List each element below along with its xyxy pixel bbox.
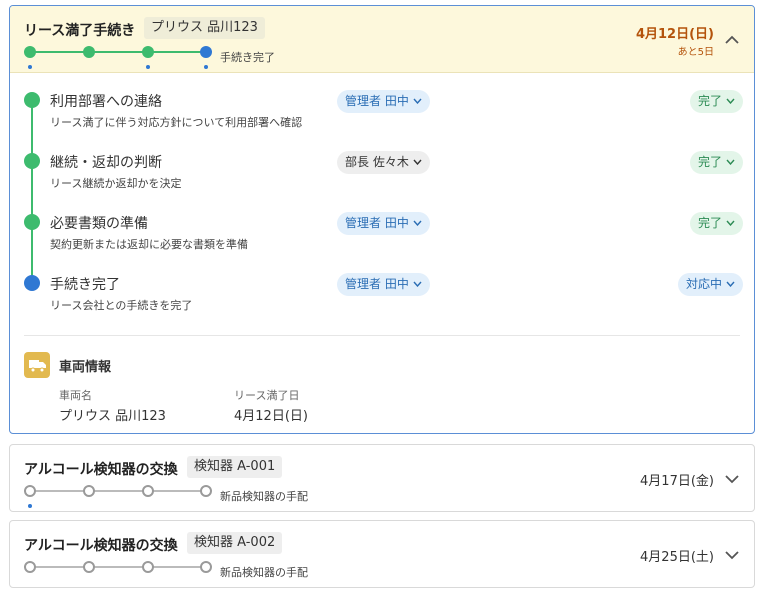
stepper-dot-todo	[200, 485, 212, 497]
assignee-dropdown[interactable]: 管理者 田中	[337, 273, 430, 296]
due-date: 4月17日(金)	[640, 474, 714, 489]
step-done-icon	[24, 153, 40, 169]
task-title: アルコール検知器の交換	[24, 538, 178, 554]
stepper-marker	[28, 504, 32, 508]
stepper-line	[148, 51, 206, 53]
step-row: 必要書類の準備 契約更新または返却に必要な書類を準備 管理者 田中 完了	[10, 212, 754, 262]
stepper-dot-todo	[142, 485, 154, 497]
step-description: リース継続か返却かを決定	[50, 177, 182, 190]
assignee-label: 管理者 田中	[345, 216, 409, 230]
stepper-dot-done	[24, 46, 36, 58]
status-label: 完了	[697, 216, 722, 230]
caret-down-icon	[726, 220, 735, 226]
status-dropdown[interactable]: 完了	[689, 212, 743, 235]
current-step-label: 新品検知器の手配	[220, 566, 308, 579]
status-dropdown[interactable]: 完了	[689, 90, 743, 113]
current-step-label: 新品検知器の手配	[220, 490, 308, 503]
step-description: リース会社との手続きを完了	[50, 299, 193, 312]
caret-down-icon	[413, 159, 422, 165]
progress-stepper	[24, 44, 224, 69]
due-date: 4月12日(日)	[635, 27, 714, 42]
step-description: リース満了に伴う対応方針について利用部署へ確認	[50, 116, 303, 129]
step-description: 契約更新または返却に必要な書類を準備	[50, 238, 248, 251]
stepper-marker	[146, 65, 150, 69]
task-title: アルコール検知器の交換	[24, 462, 178, 478]
step-row: 利用部署への連絡 リース満了に伴う対応方針について利用部署へ確認 管理者 田中 …	[10, 90, 754, 140]
caret-down-icon	[413, 98, 422, 104]
chevron-down-icon[interactable]	[724, 471, 740, 487]
assignee-label: 部長 佐々木	[345, 155, 409, 169]
status-dropdown[interactable]: 完了	[689, 151, 743, 174]
task-card-alcohol-a002[interactable]: アルコール検知器の交換 検知器 A-002 新品検知器の手配 4月25日(土)	[9, 520, 755, 588]
lease-expiry-value: 4月12日(日)	[234, 409, 308, 424]
vehicle-name-label: 車両名	[59, 389, 92, 402]
step-name: 手続き完了	[50, 277, 120, 293]
caret-down-icon	[726, 98, 735, 104]
vehicle-section-title: 車両情報	[59, 360, 112, 375]
task-tag: 検知器 A-001	[187, 456, 283, 478]
stepper-dot-todo	[83, 485, 95, 497]
stepper-marker	[204, 65, 208, 69]
step-done-icon	[24, 92, 40, 108]
task-title: リース満了手続き	[24, 23, 136, 39]
stepper-dot-todo	[83, 561, 95, 573]
assignee-label: 管理者 田中	[345, 94, 409, 108]
task-tag: プリウス 品川123	[144, 17, 265, 39]
caret-down-icon	[413, 281, 422, 287]
current-step-label: 手続き完了	[220, 51, 275, 64]
status-label: 対応中	[685, 277, 722, 291]
step-name: 必要書類の準備	[50, 216, 148, 232]
assignee-dropdown[interactable]: 管理者 田中	[337, 212, 430, 235]
task-tag: 検知器 A-002	[187, 532, 283, 554]
stepper-dot-todo	[24, 485, 36, 497]
status-label: 完了	[697, 155, 722, 169]
chevron-down-icon[interactable]	[724, 547, 740, 563]
task-card-header[interactable]: アルコール検知器の交換 検知器 A-002 新品検知器の手配 4月25日(土)	[10, 521, 754, 587]
stepper-dot-done	[83, 46, 95, 58]
stepper-line	[30, 51, 89, 53]
task-card-lease: リース満了手続き プリウス 品川123 手続き完了 4月12日(日) あと5日 …	[9, 5, 755, 434]
stepper-dot-todo	[200, 561, 212, 573]
task-card-alcohol-a001[interactable]: アルコール検知器の交換 検知器 A-001 新品検知器の手配 4月17日(金)	[9, 444, 755, 512]
stepper-line	[30, 490, 206, 492]
step-row: 継続・返却の判断 リース継続か返却かを決定 部長 佐々木 完了	[10, 151, 754, 201]
status-dropdown[interactable]: 対応中	[677, 273, 743, 296]
stepper-dot-todo	[24, 561, 36, 573]
progress-stepper	[24, 559, 224, 579]
step-name: 継続・返却の判断	[50, 155, 162, 171]
vehicle-name-value: プリウス 品川123	[59, 409, 166, 424]
truck-icon	[24, 352, 50, 378]
lease-expiry-label: リース満了日	[234, 389, 300, 402]
step-done-icon	[24, 214, 40, 230]
task-card-header[interactable]: リース満了手続き プリウス 品川123 手続き完了 4月12日(日) あと5日	[10, 6, 754, 73]
stepper-marker	[28, 65, 32, 69]
days-remaining: あと5日	[677, 47, 714, 58]
stepper-line	[89, 51, 148, 53]
stepper-dot-done	[142, 46, 154, 58]
section-divider	[24, 335, 740, 336]
caret-down-icon	[726, 159, 735, 165]
caret-down-icon	[726, 281, 735, 287]
stepper-dot-todo	[142, 561, 154, 573]
task-card-header[interactable]: アルコール検知器の交換 検知器 A-001 新品検知器の手配 4月17日(金)	[10, 445, 754, 511]
step-row: 手続き完了 リース会社との手続きを完了 管理者 田中 対応中	[10, 273, 754, 323]
stepper-line	[30, 566, 206, 568]
assignee-dropdown[interactable]: 部長 佐々木	[337, 151, 430, 174]
assignee-dropdown[interactable]: 管理者 田中	[337, 90, 430, 113]
caret-down-icon	[413, 220, 422, 226]
stepper-dot-current	[200, 46, 212, 58]
progress-stepper	[24, 483, 224, 508]
step-current-icon	[24, 275, 40, 291]
step-name: 利用部署への連絡	[50, 94, 162, 110]
due-date: 4月25日(土)	[640, 550, 714, 565]
assignee-label: 管理者 田中	[345, 277, 409, 291]
status-label: 完了	[697, 94, 722, 108]
chevron-up-icon[interactable]	[724, 32, 740, 48]
